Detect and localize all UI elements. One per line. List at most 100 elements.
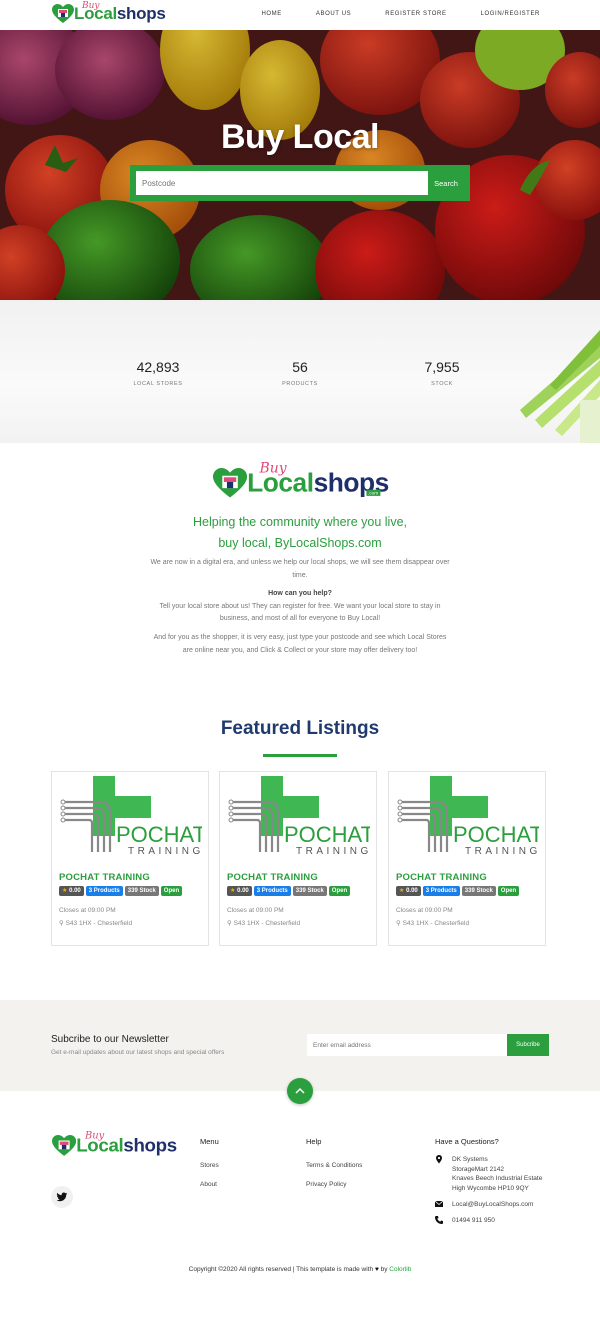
listing-logo-sub: TRAINING (465, 846, 539, 856)
listing-logo-word: POCHAT (284, 822, 370, 847)
listing-card[interactable]: POCHAT TRAINING POCHAT TRAINING ★ 0.00 3 Pro… (51, 771, 209, 946)
footer-menu-column: Menu Stores About (200, 1137, 219, 1200)
stats-section: 42,893 LOCAL STORES 56 PRODUCTS 7,955 ST… (0, 300, 600, 443)
star-icon: ★ (399, 887, 405, 894)
star-icon: ★ (230, 887, 236, 894)
listing-logo-word: POCHAT (116, 822, 202, 847)
colorlib-link[interactable]: Colorlib (389, 1266, 411, 1273)
star-icon: ★ (62, 887, 68, 894)
listing-location: ⚲ S43 1HX - Chesterfield (396, 920, 470, 927)
newsletter-title: Subcribe to our Newsletter (51, 1034, 169, 1045)
address-line: DK Systems (452, 1156, 488, 1163)
stock-badge: 339 Stock (292, 886, 327, 896)
nav-about-us[interactable]: ABOUT US (316, 11, 351, 17)
address-line: StorageMart 2142 (452, 1165, 505, 1173)
postcode-input[interactable] (136, 171, 428, 195)
brand-com-tag: .com (366, 489, 380, 496)
top-navbar: Localshops Buy HOME ABOUT US REGISTER ST… (0, 0, 600, 30)
rating-badge: ★ 0.00 (227, 886, 252, 896)
heart-icon: ♥ (374, 1266, 379, 1273)
scroll-top-button[interactable] (287, 1078, 313, 1104)
twitter-icon (56, 1192, 68, 1202)
nav-register-store[interactable]: REGISTER STORE (385, 11, 446, 17)
listing-logo-word: POCHAT (453, 822, 539, 847)
listing-name[interactable]: POCHAT TRAINING (227, 872, 318, 883)
copyright: Copyright ©2020 All rights reserved | Th… (188, 1266, 412, 1273)
footer-link-about[interactable]: About (200, 1181, 219, 1188)
listing-name[interactable]: POCHAT TRAINING (59, 872, 150, 883)
featured-underline (263, 754, 337, 757)
nav-home[interactable]: HOME (261, 11, 281, 17)
map-pin-icon: ⚲ (396, 920, 401, 927)
stock-badge: 339 Stock (461, 886, 496, 896)
rating-badge: ★ 0.00 (59, 886, 84, 896)
footer-link-privacy[interactable]: Privacy Policy (306, 1181, 362, 1188)
about-help-block: How can you help? Tell your local store … (150, 588, 450, 626)
newsletter-email-input[interactable] (307, 1034, 507, 1056)
listing-name[interactable]: POCHAT TRAINING (396, 872, 487, 883)
brand-logo[interactable]: Localshops Buy (52, 1, 166, 24)
status-badge: Open (160, 886, 183, 896)
listing-closing-time: Closes at 09:00 PM (227, 907, 284, 914)
listing-badges: ★ 0.00 3 Products 339 Stock Open (227, 886, 351, 896)
heart-logo-icon (213, 468, 248, 498)
phone-icon (435, 1216, 443, 1224)
help-title: How can you help? (268, 590, 332, 597)
footer-menu-title: Menu (200, 1137, 219, 1146)
heart-logo-icon (52, 1135, 77, 1156)
footer-link-terms[interactable]: Terms & Conditions (306, 1162, 362, 1169)
about-paragraph-3: And for you as the shopper, it is very e… (153, 634, 447, 654)
footer-brand-logo[interactable]: Localshops Buy (52, 1131, 177, 1157)
products-badge: 3 Products (85, 886, 123, 896)
newsletter-text: Get e-mail updates about our latest shop… (51, 1049, 225, 1056)
listing-logo-image: POCHATTRAINING (228, 776, 370, 856)
listing-logo-image: POCHATTRAINING (60, 776, 202, 856)
stat-products: 56 PRODUCTS (240, 359, 360, 387)
listing-closing-time: Closes at 09:00 PM (59, 907, 116, 914)
stat-label: PRODUCTS (282, 381, 318, 387)
listing-logo-sub: TRAINING (296, 846, 370, 856)
stat-local-stores: 42,893 LOCAL STORES (98, 359, 218, 387)
envelope-icon (435, 1201, 443, 1207)
listing-badges: ★ 0.00 3 Products 339 Stock Open (59, 886, 183, 896)
about-paragraph-1: We are now in a digital era, and unless … (150, 559, 450, 579)
stat-value: 7,955 (424, 359, 460, 375)
nav-login-register[interactable]: LOGIN/REGISTER (481, 11, 540, 17)
listing-location: ⚲ S43 1HX - Chesterfield (227, 920, 301, 927)
stat-value: 56 (292, 359, 308, 375)
subscribe-button[interactable]: Subcribe (507, 1034, 549, 1056)
footer-link-stores[interactable]: Stores (200, 1162, 219, 1169)
chevron-up-icon (295, 1087, 305, 1094)
products-badge: 3 Products (253, 886, 291, 896)
about-brand-logo: Localshops Buy .com (213, 462, 389, 499)
about-paragraph-2: Tell your local store about us! They can… (159, 602, 441, 623)
rating-badge: ★ 0.00 (396, 886, 421, 896)
address-line: Knaves Beech Industrial Estate (452, 1175, 543, 1182)
address-line: High Wycombe HP10 9QY (452, 1184, 529, 1192)
brand-buy-script: Buy (259, 461, 287, 478)
map-pin-icon: ⚲ (227, 920, 232, 927)
about-heading: Helping the community where you live, bu… (193, 515, 407, 550)
status-badge: Open (328, 886, 351, 896)
twitter-link[interactable] (51, 1186, 73, 1208)
featured-title: Featured Listings (220, 718, 380, 739)
search-button[interactable]: Search (428, 171, 464, 195)
products-badge: 3 Products (422, 886, 460, 896)
map-pin-icon: ⚲ (59, 920, 64, 927)
brand-buy-script: Buy (85, 1130, 105, 1142)
status-badge: Open (497, 886, 520, 896)
stat-label: STOCK (431, 381, 453, 387)
nav-links: HOME ABOUT US REGISTER STORE LOGIN/REGIS… (227, 11, 540, 17)
footer-help-title: Help (306, 1137, 322, 1146)
listing-closing-time: Closes at 09:00 PM (396, 907, 453, 914)
listing-logo-sub: TRAINING (128, 846, 202, 856)
brand-buy-script: Buy (82, 1, 100, 11)
map-pin-icon (436, 1155, 442, 1164)
listing-card[interactable]: POCHAT TRAINING POCHAT TRAINING ★ 0.00 3 Pro… (219, 771, 377, 946)
stat-value: 42,893 (136, 359, 180, 375)
listing-location: ⚲ S43 1HX - Chesterfield (59, 920, 133, 927)
stock-badge: 339 Stock (124, 886, 159, 896)
listing-logo-image: POCHATTRAINING (397, 776, 539, 856)
listing-card[interactable]: POCHAT TRAINING POCHAT TRAINING ★ 0.00 3 Pro… (388, 771, 546, 946)
stat-stock: 7,955 STOCK (382, 359, 502, 387)
